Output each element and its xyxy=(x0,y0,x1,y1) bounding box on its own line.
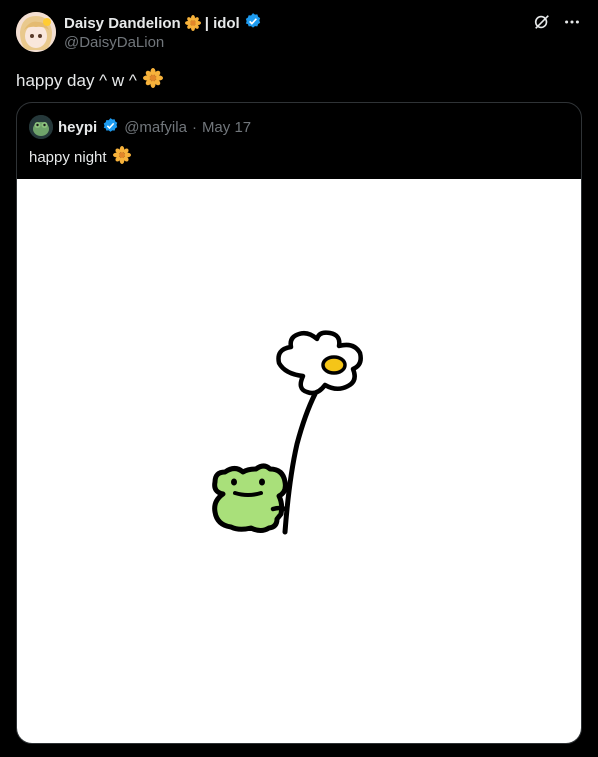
verified-badge-icon[interactable] xyxy=(244,12,262,35)
post: Daisy Dandelion | idol @DaisyDaLion happ… xyxy=(0,0,598,757)
author-name-row[interactable]: Daisy Dandelion | idol xyxy=(64,12,262,35)
author-avatar[interactable] xyxy=(16,12,56,52)
post-actions xyxy=(532,12,582,32)
verified-badge-icon[interactable] xyxy=(102,117,119,138)
quoted-post-image[interactable] xyxy=(17,179,581,743)
daisy-emoji-icon xyxy=(112,146,131,168)
frog-flower-illustration xyxy=(212,330,363,535)
daisy-emoji-icon xyxy=(142,68,163,93)
post-text-content: happy day ^ w ^ xyxy=(16,70,137,90)
quoted-author-name[interactable]: heypi xyxy=(58,119,97,136)
grok-icon[interactable] xyxy=(532,12,552,32)
meta-separator: · xyxy=(191,118,197,136)
quoted-post[interactable]: heypi @mafyila · May 17 happy night xyxy=(16,102,582,744)
author-name-suffix: | idol xyxy=(204,15,240,32)
daisy-emoji-icon xyxy=(184,15,201,33)
avatar-image xyxy=(16,12,56,52)
quoted-post-text-content: happy night xyxy=(29,148,107,166)
more-icon[interactable] xyxy=(562,12,582,32)
author-handle[interactable]: @DaisyDaLion xyxy=(64,34,164,51)
post-text: happy day ^ w ^ xyxy=(16,68,163,93)
quoted-post-date[interactable]: May 17 xyxy=(202,119,251,136)
quoted-author-handle[interactable]: @mafyila xyxy=(124,119,187,136)
quoted-post-header: heypi @mafyila · May 17 xyxy=(29,115,251,139)
author-display-name[interactable]: Daisy Dandelion xyxy=(64,15,181,32)
quoted-author-avatar[interactable] xyxy=(29,115,53,139)
quoted-post-text: happy night xyxy=(29,146,131,168)
